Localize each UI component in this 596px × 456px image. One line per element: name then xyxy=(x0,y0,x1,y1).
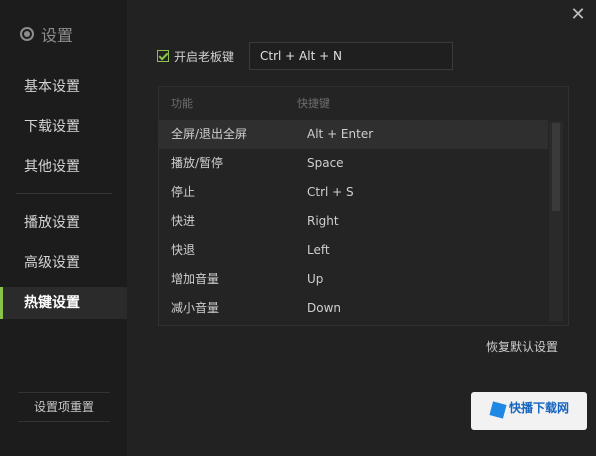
boss-key-checkbox[interactable] xyxy=(157,50,169,62)
sidebar-item-advanced[interactable]: 高级设置 xyxy=(0,247,127,279)
column-header-key: 快捷键 xyxy=(297,97,330,110)
hotkey-key[interactable]: Ctrl + S xyxy=(307,178,354,207)
hotkey-function: 增加音量 xyxy=(171,272,220,286)
hotkey-function: 快进 xyxy=(171,214,196,228)
table-row[interactable]: 快退 Left xyxy=(159,236,548,265)
table-row[interactable]: 增加音量 Up xyxy=(159,265,548,294)
hotkey-table-body: 全屏/退出全屏 Alt + Enter 播放/暂停 Space 停止 Ctrl … xyxy=(159,120,548,325)
hotkey-key[interactable]: Right xyxy=(307,207,339,236)
settings-header: 设置 xyxy=(20,22,73,46)
settings-title: 设置 xyxy=(41,26,74,45)
watermark-logo: 快播下载网 xyxy=(471,392,587,430)
boss-key-toggle[interactable]: 开启老板键 xyxy=(157,42,234,70)
close-icon[interactable]: ✕ xyxy=(569,6,587,24)
hotkey-key[interactable]: Up xyxy=(307,265,323,294)
table-row[interactable]: 快进 Right xyxy=(159,207,548,236)
column-header-function: 功能 xyxy=(171,97,193,110)
settings-gear-icon xyxy=(20,27,34,41)
hotkey-table: 功能 快捷键 全屏/退出全屏 Alt + Enter 播放/暂停 Space 停… xyxy=(158,86,569,326)
hotkey-key[interactable]: Left xyxy=(307,236,330,265)
boss-key-hotkey-input[interactable]: Ctrl + Alt + N xyxy=(249,42,453,70)
hotkey-table-header: 功能 快捷键 xyxy=(159,87,568,120)
hotkey-key[interactable]: Down xyxy=(307,294,341,323)
hotkey-function: 停止 xyxy=(171,185,196,199)
table-row[interactable]: 播放/暂停 Space xyxy=(159,149,548,178)
boss-key-label[interactable]: 开启老板键 xyxy=(174,48,234,65)
watermark-text: 快播下载网 xyxy=(509,401,570,415)
hotkey-key[interactable]: Space xyxy=(307,149,344,178)
hotkey-key[interactable]: Alt + Enter xyxy=(307,120,373,149)
settings-sidebar: 设置 基本设置 下载设置 其他设置 播放设置 高级设置 热键设置 设置项重置 xyxy=(0,0,127,456)
sidebar-item-download[interactable]: 下载设置 xyxy=(0,111,127,143)
table-row[interactable]: 全屏/退出全屏 Alt + Enter xyxy=(159,120,548,149)
hotkey-table-scrollbar[interactable] xyxy=(549,121,563,321)
reset-settings-button[interactable]: 设置项重置 xyxy=(18,392,110,422)
hotkey-function: 快退 xyxy=(171,243,196,257)
restore-defaults-link[interactable]: 恢复默认设置 xyxy=(486,338,558,355)
sidebar-item-playback[interactable]: 播放设置 xyxy=(0,207,127,239)
hotkey-function: 全屏/退出全屏 xyxy=(171,127,248,141)
sidebar-item-hotkeys[interactable]: 热键设置 xyxy=(0,287,127,319)
sidebar-item-other[interactable]: 其他设置 xyxy=(0,151,127,183)
watermark-cube-icon xyxy=(489,401,507,419)
hotkey-function: 播放/暂停 xyxy=(171,156,224,170)
table-row[interactable]: 减小音量 Down xyxy=(159,294,548,323)
scrollbar-thumb[interactable] xyxy=(552,123,560,211)
sidebar-divider xyxy=(16,193,112,194)
hotkey-function: 减小音量 xyxy=(171,301,220,315)
sidebar-item-basic[interactable]: 基本设置 xyxy=(0,71,127,103)
table-row[interactable]: 停止 Ctrl + S xyxy=(159,178,548,207)
